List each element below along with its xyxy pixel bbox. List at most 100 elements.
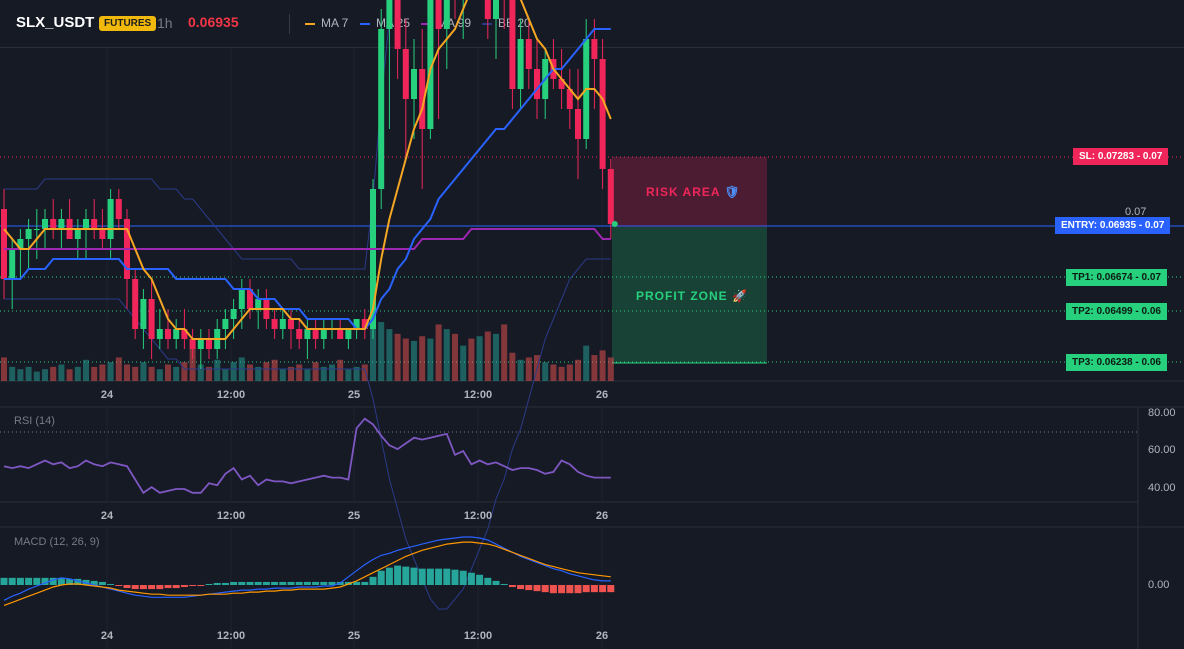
- chart-canvas[interactable]: [0, 0, 1184, 649]
- volume-bar: [124, 364, 130, 381]
- x-tick: 25: [347, 510, 361, 522]
- candle: [189, 339, 196, 349]
- volume-bar: [329, 364, 335, 381]
- volume-bar: [550, 364, 557, 381]
- risk-area-label: RISK AREA 🛡: [646, 185, 741, 199]
- rsi-title: RSI (14): [14, 415, 55, 427]
- volume-bar: [271, 359, 278, 381]
- candle: [140, 299, 147, 329]
- x-tick: 26: [595, 510, 609, 522]
- volume-bar: [599, 350, 606, 381]
- volume-bar: [33, 371, 40, 381]
- ma99-line: [4, 228, 611, 250]
- candle: [386, 0, 393, 29]
- macd-histogram-bar: [402, 566, 410, 585]
- macd-histogram-bar: [148, 585, 156, 590]
- macd-histogram-bar: [221, 582, 229, 585]
- x-tick: 12:00: [216, 389, 246, 401]
- volume-bar: [156, 369, 163, 381]
- candle: [58, 219, 65, 229]
- volume-bar: [419, 336, 426, 381]
- macd-histogram-bar: [0, 577, 8, 585]
- macd-histogram-bar: [189, 585, 197, 587]
- macd-histogram-bar: [16, 577, 24, 585]
- candle: [509, 0, 516, 89]
- x-tick: 24: [100, 510, 114, 522]
- candle: [132, 279, 139, 329]
- x-tick: 25: [347, 630, 361, 642]
- volume-bar: [345, 369, 352, 381]
- x-tick: 12:00: [463, 630, 493, 642]
- volume-bar: [296, 364, 303, 381]
- candle: [255, 299, 262, 309]
- candle: [591, 39, 598, 59]
- volume-bar: [148, 366, 155, 381]
- volume-bar: [140, 362, 147, 381]
- macd-histogram-bar: [508, 585, 516, 588]
- macd-histogram-bar: [205, 583, 213, 585]
- macd-histogram-bar: [492, 580, 500, 585]
- volume-bar: [58, 364, 65, 381]
- candle: [288, 319, 294, 329]
- volume-bar: [230, 362, 237, 381]
- candle: [525, 39, 532, 69]
- macd-histogram-bar: [525, 585, 533, 591]
- candle: [115, 199, 122, 219]
- macd-histogram-bar: [33, 577, 41, 585]
- volume-bar: [83, 359, 89, 381]
- volume-bar: [99, 364, 106, 381]
- candle: [165, 329, 171, 339]
- macd-histogram-bar: [410, 567, 418, 585]
- candle: [271, 319, 278, 329]
- volume-bar: [132, 366, 139, 381]
- signal-line: [3, 541, 611, 606]
- x-tick: 24: [100, 630, 114, 642]
- candle: [148, 299, 155, 339]
- volume-bar: [452, 333, 458, 381]
- macd-histogram-bar: [197, 585, 205, 587]
- volume-bar: [435, 324, 442, 381]
- macd-histogram-bar: [25, 577, 33, 585]
- macd-histogram-bar: [254, 581, 262, 585]
- candle: [173, 329, 180, 339]
- candle: [42, 219, 48, 229]
- candle: [607, 169, 614, 224]
- macd-histogram-bar: [582, 585, 590, 593]
- candle: [197, 339, 204, 349]
- volume-bar: [279, 369, 286, 381]
- volume-bar: [427, 338, 434, 381]
- volume-bar: [509, 352, 516, 381]
- macd-histogram-bar: [484, 577, 492, 585]
- macd-histogram-bar: [377, 570, 385, 585]
- macd-histogram-bar: [8, 577, 16, 585]
- volume-bar: [583, 345, 590, 381]
- volume-bar: [460, 345, 467, 381]
- volume-bar: [493, 333, 499, 381]
- volume-bar: [222, 369, 229, 381]
- candle: [443, 0, 450, 29]
- macd-histogram-bar: [590, 585, 598, 593]
- macd-histogram-bar: [156, 585, 164, 590]
- macd-histogram-bar: [467, 572, 475, 585]
- volume-bar: [247, 364, 253, 381]
- volume-bar: [1, 357, 7, 381]
- candle: [50, 219, 57, 229]
- macd-histogram-bar: [500, 583, 508, 585]
- volume-bar: [50, 366, 57, 381]
- macd-histogram-bar: [238, 581, 246, 585]
- macd-tick: 0.00: [1148, 579, 1170, 591]
- volume-bar: [91, 366, 98, 381]
- candle: [312, 329, 319, 339]
- macd-histogram-bar: [435, 568, 443, 585]
- candle: [230, 309, 237, 319]
- x-tick: 12:00: [463, 510, 493, 522]
- shield-icon: 🛡: [724, 185, 741, 199]
- macd-histogram-bar: [139, 585, 147, 590]
- macd-histogram-bar: [574, 585, 582, 594]
- macd-histogram-bar: [279, 581, 287, 585]
- macd-histogram-bar: [369, 576, 377, 585]
- tp2-level-label: TP2: 0.06499 - 0.06: [1066, 303, 1167, 320]
- x-tick: 12:00: [463, 389, 493, 401]
- macd-histogram-bar: [361, 581, 369, 585]
- candle: [279, 319, 286, 329]
